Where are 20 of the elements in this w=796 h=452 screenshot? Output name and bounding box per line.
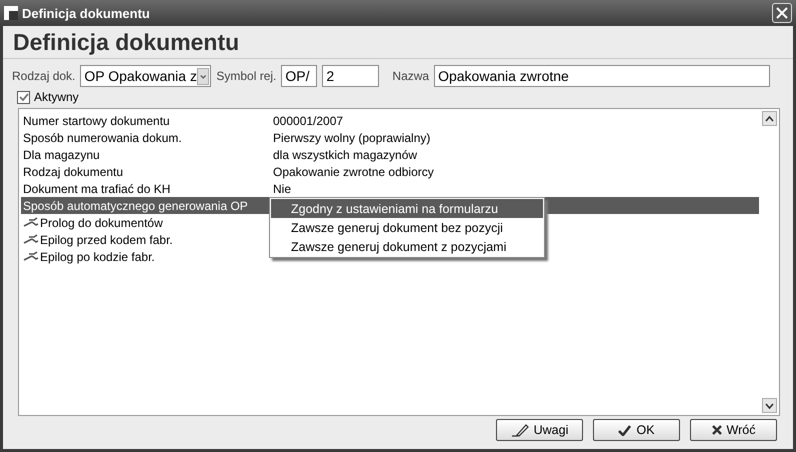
property-value: 000001/2007	[273, 114, 344, 128]
property-value: Nie	[273, 182, 292, 196]
property-label: Sposób numerowania dokum.	[23, 130, 182, 144]
field-label: Symbol rej.	[216, 69, 276, 83]
property-label: Dla magazynu	[23, 148, 100, 162]
property-value: dla wszystkich magazynów	[273, 148, 418, 162]
field-label: Nazwa	[392, 69, 430, 83]
property-label: Epilog przed kodem fabr.	[40, 232, 173, 246]
property-value: Pierwszy wolny (poprawialny)	[273, 130, 430, 144]
property-label: Prolog do dokumentów	[40, 216, 163, 230]
property-value: Opakowanie zwrotne odbiorcy	[273, 164, 434, 178]
property-label: Sposób automatycznego generowania OP	[23, 198, 248, 212]
page-heading: Definicja dokumentu	[3, 26, 793, 59]
property-label: Numer startowy dokumentu	[23, 114, 170, 128]
property-label: Epilog po kodzie fabr.	[40, 250, 155, 264]
checkbox-label: Aktywny	[34, 90, 79, 104]
property-label: Dokument ma trafiać do KH	[23, 182, 170, 196]
window-title: Definicja dokumentu	[22, 6, 151, 20]
property-label: Rodzaj dokumentu	[23, 164, 124, 178]
field-label: Rodzaj dok.	[12, 69, 76, 83]
